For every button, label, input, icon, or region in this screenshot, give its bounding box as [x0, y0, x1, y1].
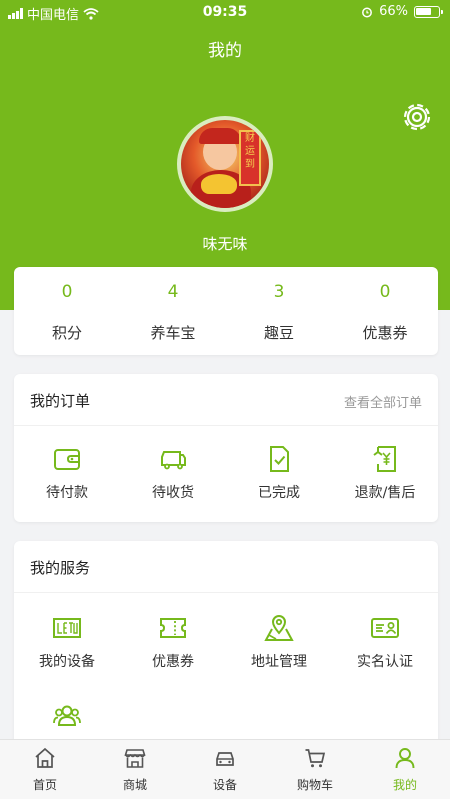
service-coupons[interactable]: 优惠券: [120, 603, 226, 683]
car-icon: [216, 752, 234, 766]
order-label: 待付款: [46, 485, 88, 501]
tab-mine[interactable]: 我的: [360, 740, 450, 799]
order-pending-receipt[interactable]: 待收货: [120, 434, 226, 514]
order-label: 已完成: [258, 485, 300, 501]
service-label: 地址管理: [251, 654, 307, 670]
home-icon: [35, 747, 55, 768]
orders-header: 我的订单 查看全部订单: [14, 374, 438, 426]
clipboard-check-icon: [270, 446, 289, 472]
refund-receipt-icon: [373, 446, 396, 472]
service-label: 实名认证: [357, 654, 413, 670]
stat-value: 0: [61, 282, 73, 302]
tab-cart[interactable]: 购物车: [270, 740, 360, 799]
tab-home[interactable]: 首页: [0, 740, 90, 799]
id-card-icon: [371, 618, 399, 638]
stat-label: 积分: [51, 324, 82, 342]
order-completed[interactable]: 已完成: [226, 434, 332, 514]
stat-label: 优惠券: [362, 324, 408, 342]
coupon-icon: [160, 618, 186, 638]
orders-card: 我的订单 查看全部订单 待付款 待收货 已完成 退款/售后: [14, 374, 438, 522]
stat-value: 4: [167, 282, 179, 302]
wallet-icon: [54, 449, 80, 470]
alarm-icon: [362, 7, 373, 17]
page-title: 我的: [208, 41, 242, 61]
stat-beans[interactable]: 3 趣豆: [226, 267, 332, 355]
bottom-tab-bar: 首页 商城 设备 购物车 我的: [0, 739, 450, 799]
stats-card: 0 积分 4 养车宝 3 趣豆 0 优惠券: [14, 267, 438, 355]
view-all-orders-link[interactable]: 查看全部订单: [344, 392, 422, 411]
group-users-icon: [53, 705, 81, 726]
service-label: 我的设备: [39, 654, 95, 670]
stat-value: 3: [273, 282, 285, 302]
service-my-devices[interactable]: 我的设备: [14, 603, 120, 683]
battery-icon: [414, 5, 443, 18]
stat-points[interactable]: 0 积分: [14, 267, 120, 355]
tab-label: 设备: [212, 778, 237, 792]
service-real-name-auth[interactable]: 实名认证: [332, 603, 438, 683]
battery-percent: 66%: [379, 4, 408, 19]
store-icon: [124, 749, 146, 768]
order-refund-aftersale[interactable]: 退款/售后: [332, 434, 438, 514]
tab-label: 首页: [32, 778, 57, 792]
tab-label: 商城: [122, 778, 147, 792]
avatar[interactable]: 财运到: [177, 116, 273, 212]
stat-value: 0: [379, 282, 391, 302]
device-display-icon: [53, 618, 81, 638]
tab-store[interactable]: 商城: [90, 740, 180, 799]
stat-label: 养车宝: [150, 324, 196, 342]
user-icon: [395, 748, 415, 769]
stat-label: 趣豆: [263, 324, 294, 342]
order-label: 待收货: [152, 485, 194, 501]
services-title: 我的服务: [30, 559, 91, 577]
order-label: 退款/售后: [354, 485, 416, 501]
tab-device[interactable]: 设备: [180, 740, 270, 799]
status-bar: 中国电信 09:35 66%: [0, 0, 450, 24]
truck-icon: [161, 451, 186, 470]
stat-coupons[interactable]: 0 优惠券: [332, 267, 438, 355]
tab-label: 我的: [392, 778, 417, 792]
order-pending-payment[interactable]: 待付款: [14, 434, 120, 514]
orders-title: 我的订单: [30, 392, 91, 410]
services-card: 我的服务 我的设备 优惠券 地址管理 实名认证: [14, 541, 438, 756]
service-address[interactable]: 地址管理: [226, 603, 332, 683]
avatar-banner: 财运到: [239, 130, 261, 186]
tab-label: 购物车: [296, 778, 333, 792]
map-pin-icon: [264, 615, 294, 641]
stat-car-care[interactable]: 4 养车宝: [120, 267, 226, 355]
settings-gear-icon[interactable]: [400, 100, 434, 134]
cart-icon: [305, 749, 326, 768]
services-header: 我的服务: [14, 541, 438, 593]
service-label: 优惠券: [152, 654, 194, 670]
username[interactable]: 味无味: [0, 233, 450, 254]
